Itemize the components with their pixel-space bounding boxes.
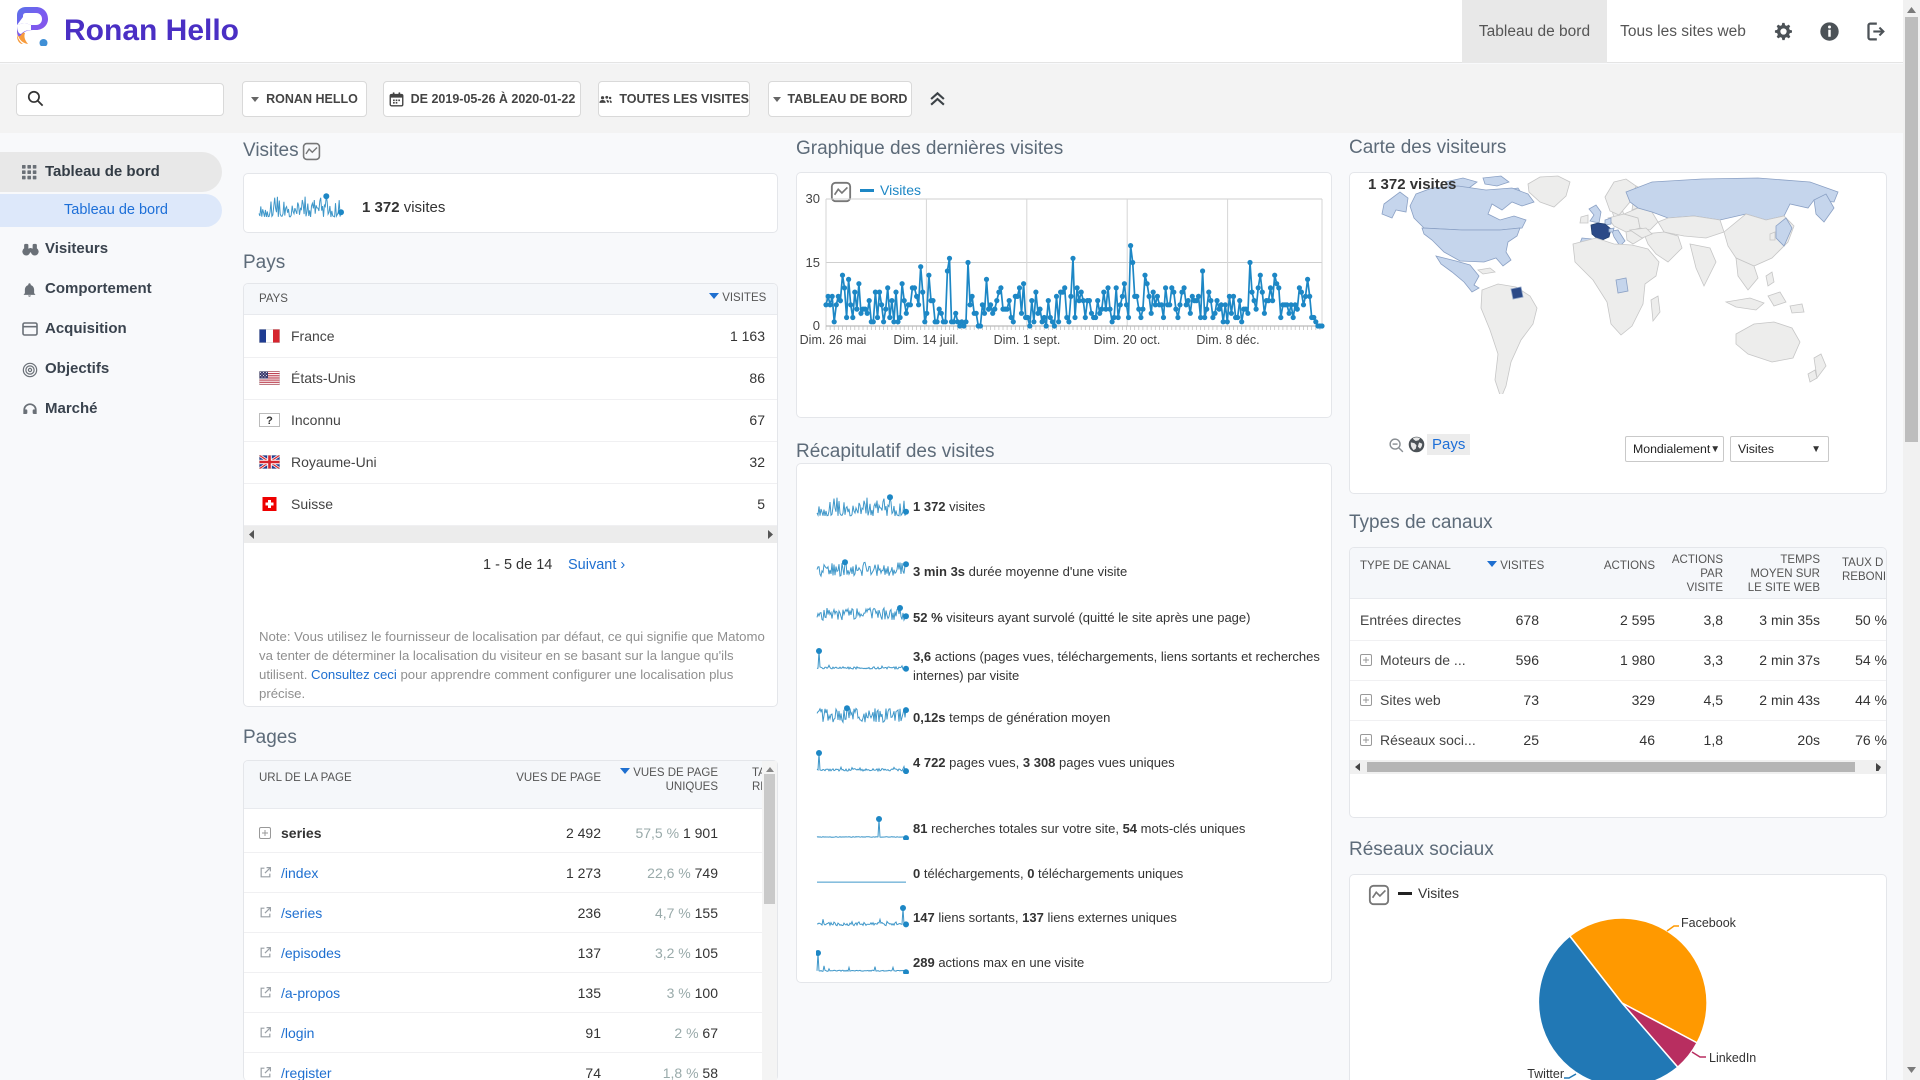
svg-text:15: 15: [806, 255, 820, 270]
svg-text:Dim. 14 juil.: Dim. 14 juil.: [893, 333, 958, 347]
svg-text:30: 30: [806, 191, 820, 206]
svg-text:Twitter: Twitter: [1527, 1067, 1564, 1080]
svg-text:Dim. 26 mai: Dim. 26 mai: [800, 333, 867, 347]
svg-text:Dim. 8 déc.: Dim. 8 déc.: [1196, 333, 1259, 347]
svg-text:0: 0: [813, 318, 820, 333]
svg-text:?: ?: [266, 415, 273, 427]
svg-text:Dim. 1 sept.: Dim. 1 sept.: [994, 333, 1061, 347]
svg-text:Dim. 20 oct.: Dim. 20 oct.: [1094, 333, 1161, 347]
svg-text:Facebook: Facebook: [1681, 916, 1737, 930]
svg-text:LinkedIn: LinkedIn: [1709, 1051, 1756, 1065]
